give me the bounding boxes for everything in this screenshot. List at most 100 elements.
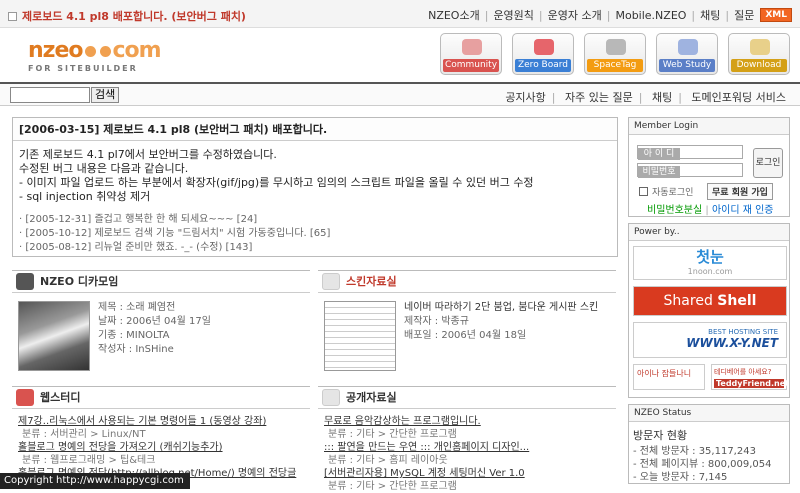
separator: | — [638, 91, 643, 104]
search-button[interactable]: 검색 — [91, 87, 120, 103]
tile-label: Download — [731, 59, 787, 72]
ticker-text: 제로보드 4.1 pl8 배포합니다. (보안버그 패치) — [22, 10, 246, 23]
login-title: Member Login — [629, 118, 789, 135]
checkbox-icon — [639, 187, 648, 196]
photo-thumbnail[interactable] — [18, 301, 90, 371]
panel-title: 공개자료실 — [346, 391, 397, 404]
cup-icon — [462, 39, 482, 55]
pds-post-list: 무료로 음악감상하는 프로그램입니다. 분류 : 기타 > 간단한 프로그램 :… — [324, 415, 614, 493]
tile-zeroboard[interactable]: Zero Board — [512, 33, 574, 75]
search-input[interactable] — [10, 87, 90, 103]
login-button[interactable]: 로그인 — [753, 148, 783, 178]
login-box: Member Login 아 이 디 비밀번호 로그인 자동로그인 무료 회원 … — [628, 117, 790, 217]
camera-club-panel: NZEO 디카모임 제목 : 소래 폐염전 날짜 : 2006년 04월 17일… — [12, 270, 310, 380]
panel-header[interactable]: 웹스터디 — [12, 387, 310, 409]
photo-meta: 제목 : 소래 폐염전 날짜 : 2006년 04월 17일 기종 : MINO… — [98, 301, 211, 357]
tile-label: Community — [443, 59, 499, 72]
banner-shared-shell[interactable]: Shared Shell — [633, 286, 787, 316]
recent-notices: · [2005-12-31] 즐겁고 행복한 한 해 되세요~~~ [24] ·… — [13, 213, 617, 255]
tile-community[interactable]: Community — [440, 33, 502, 75]
password-field[interactable]: 비밀번호 — [637, 163, 743, 178]
reauth-id-link[interactable]: 아이디 재 인증 — [712, 205, 774, 216]
nav-operators[interactable]: 운영자 소개 — [548, 7, 602, 23]
banner-teddyfriend[interactable]: 테디베어를 아세요? TeddyFriend.net — [711, 364, 789, 390]
banner-sleep[interactable]: 아이나 잠들나니 — [633, 364, 705, 390]
separator: | — [484, 8, 489, 22]
banner-text-bold: Shell — [717, 293, 757, 309]
logo-left: nzeo — [28, 38, 84, 63]
post-title[interactable]: 무료로 음악감상하는 프로그램입니다. — [324, 415, 614, 428]
panel-title: 스킨자료실 — [346, 275, 397, 288]
sidebar: Member Login 아 이 디 비밀번호 로그인 자동로그인 무료 회원 … — [628, 117, 790, 490]
notice-line: - 이미지 파일 업로드 하는 부분에서 확장자(gif/jpg)를 무시하고 … — [19, 176, 534, 189]
id-label: 아 이 디 — [638, 148, 680, 160]
search-bar: 검색 공지사항 | 자주 있는 질문 | 채팅 | 도메인포워딩 서비스 — [0, 82, 800, 106]
list-item[interactable]: · [2005-12-31] 즐겁고 행복한 한 해 되세요~~~ [24] — [19, 213, 611, 227]
download-icon — [750, 39, 770, 55]
separator: | — [551, 91, 556, 104]
tile-spacetag[interactable]: SpaceTag — [584, 33, 646, 75]
header: nzeo com FOR SITEBUILDER Community Zero B… — [0, 28, 800, 82]
meta-line: 제목 : 소래 폐염전 — [98, 302, 176, 313]
tile-download[interactable]: Download — [728, 33, 790, 75]
meta-line: 기종 : MINOLTA — [98, 330, 170, 341]
link-faq[interactable]: 자주 있는 질문 — [565, 91, 633, 104]
panel-header[interactable]: NZEO 디카모임 — [12, 271, 310, 293]
nav-question[interactable]: 질문 — [734, 7, 754, 23]
panel-header[interactable]: 스킨자료실 — [318, 271, 616, 293]
tile-webstudy[interactable]: Web Study — [656, 33, 718, 75]
logo-tagline: FOR SITEBUILDER — [28, 64, 138, 73]
logo-dot-icon — [99, 46, 111, 57]
link-notice[interactable]: 공지사항 — [505, 91, 545, 104]
camera-icon — [16, 273, 34, 290]
notice-line: 수정된 버그 내용은 다음과 같습니다. — [19, 162, 189, 175]
quick-links: 공지사항 | 자주 있는 질문 | 채팅 | 도메인포워딩 서비스 — [505, 89, 786, 105]
join-button[interactable]: 무료 회원 가입 — [707, 183, 773, 200]
logo-wordmark: nzeo com — [28, 38, 162, 63]
notice-body: 기존 제로보드 4.1 pl7에서 보안버그를 수정하였습니다. 수정된 버그 … — [13, 141, 617, 211]
study-post-list: 제7강..리눅스에서 사용되는 기본 명령어들 1 (동영상 강좌) 분류 : … — [18, 415, 308, 480]
list-item[interactable]: · [2005-08-12] 리뉴얼 준비만 했죠. -_- (수정) [143… — [19, 241, 611, 255]
post-title[interactable]: 제7강..리눅스에서 사용되는 기본 명령어들 1 (동영상 강좌) — [18, 415, 308, 428]
notice-box: [2006-03-15] 제로보드 4.1 pl8 (보안버그 패치) 배포합니… — [12, 117, 618, 257]
password-label: 비밀번호 — [638, 166, 680, 178]
skin-icon — [322, 273, 340, 290]
stat-row: - 전체 방문자 : 35,117,243 — [633, 446, 756, 457]
banner-xy-net[interactable]: BEST HOSTING SITE WWW.X-Y.NET — [633, 322, 787, 358]
separator: | — [606, 8, 611, 22]
post-title[interactable]: 홀블로그 명예의 전당을 가져오기 (캐쉬기능추가) — [18, 441, 308, 454]
list-item[interactable]: · [2005-10-12] 제로보드 검색 기능 "드림서치" 시험 가동중입… — [19, 227, 611, 241]
post-category: 분류 : 기타 > 홈피 레이아웃 — [328, 455, 448, 466]
top-bar: 제로보드 4.1 pl8 배포합니다. (보안버그 패치) NZEO소개 | 운영… — [0, 0, 800, 28]
post-category: 분류 : 웹프로그래밍 > 팁&테크 — [22, 455, 156, 466]
notice-title[interactable]: [2006-03-15] 제로보드 4.1 pl8 (보안버그 패치) 배포합니… — [13, 118, 617, 141]
post-category: 분류 : 서버관리 > Linux/NT — [22, 429, 146, 440]
book-icon — [678, 39, 698, 55]
nav-about[interactable]: NZEO소개 — [428, 7, 480, 23]
stat-row: - 전체 페이지뷰 : 800,009,054 — [633, 459, 772, 470]
logo-right: com — [112, 38, 162, 63]
banner-1noon[interactable]: 첫눈 1noon.com — [633, 246, 787, 280]
news-ticker[interactable]: 제로보드 4.1 pl8 배포합니다. (보안버그 패치) — [8, 8, 246, 24]
board-icon — [534, 39, 554, 55]
skin-thumbnail[interactable] — [324, 301, 396, 371]
banner-subtext: 테디베어를 아세요? — [714, 368, 772, 376]
autologin-checkbox[interactable]: 자동로그인 — [639, 185, 693, 198]
find-password-link[interactable]: 비밀번호분실 — [647, 205, 702, 216]
nav-mobile[interactable]: Mobile.NZEO — [615, 9, 686, 22]
link-domain-forwarding[interactable]: 도메인포워딩 서비스 — [691, 91, 786, 104]
notice-line: - sql injection 취약성 제거 — [19, 190, 151, 203]
separator: | — [725, 8, 730, 22]
nav-chat[interactable]: 채팅 — [700, 7, 720, 23]
nav-principles[interactable]: 운영원칙 — [493, 7, 533, 23]
post-title[interactable]: [서버관리자용] MySQL 계정 세팅머신 Ver 1.0 — [324, 467, 614, 480]
panel-header[interactable]: 공개자료실 — [318, 387, 616, 409]
link-chat[interactable]: 채팅 — [652, 91, 672, 104]
meta-line[interactable]: 네이버 따라하기 2단 붐업, 붐다운 게시판 스킨 — [404, 301, 598, 315]
id-field[interactable]: 아 이 디 — [637, 145, 743, 160]
meta-line: 배포일 : 2006년 04월 18일 — [404, 330, 527, 341]
xml-feed-button[interactable]: XML — [760, 8, 792, 22]
site-logo[interactable]: nzeo com FOR SITEBUILDER — [28, 38, 162, 73]
post-category: 분류 : 기타 > 간단한 프로그램 — [328, 429, 457, 440]
post-title[interactable]: ::: 팔연을 만드는 우연 ::: 개인홈페이지 디자인... — [324, 441, 614, 454]
